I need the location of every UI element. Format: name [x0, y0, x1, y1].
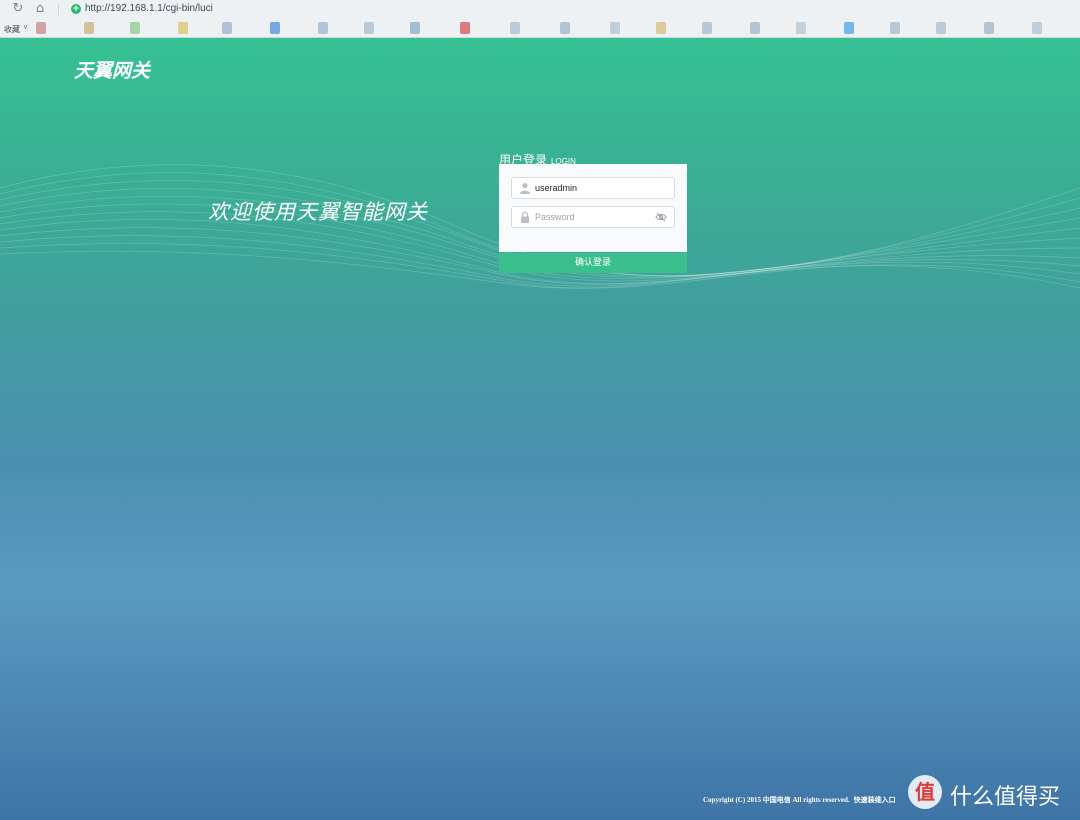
- lock-icon: [521, 211, 529, 223]
- address-url[interactable]: http://192.168.1.1/cgi-bin/luci: [85, 3, 213, 14]
- welcome-heading: 欢迎使用天翼智能网关: [208, 200, 428, 224]
- user-icon: [520, 183, 530, 194]
- favorite-item[interactable]: [460, 22, 470, 34]
- quick-install-link[interactable]: 快速装维入口: [854, 796, 896, 804]
- favorite-item[interactable]: [270, 22, 280, 34]
- eye-off-icon[interactable]: [655, 212, 667, 222]
- watermark-text: 什么值得买: [950, 785, 1061, 810]
- favorite-item[interactable]: [410, 22, 420, 34]
- refresh-icon[interactable]: ↻: [11, 2, 25, 16]
- favorite-item[interactable]: [610, 22, 620, 34]
- copyright-text: Copyright (C) 2015 中国电信 All rights reser…: [703, 796, 850, 804]
- favorite-item[interactable]: [178, 22, 188, 34]
- brand-logo: 天翼网关: [74, 60, 151, 82]
- favorite-item[interactable]: [936, 22, 946, 34]
- browser-toolbar: ↻ ⌂ + http://192.168.1.1/cgi-bin/luci 收藏…: [0, 0, 1080, 38]
- chevron-down-icon[interactable]: ∨: [23, 23, 28, 31]
- favorite-item[interactable]: [318, 22, 328, 34]
- username-field[interactable]: [511, 177, 675, 199]
- favorite-item[interactable]: [510, 22, 520, 34]
- watermark-badge-icon: 值: [908, 775, 942, 809]
- favorites-bar: 收藏 ∨: [0, 19, 1080, 38]
- password-field[interactable]: [511, 206, 675, 228]
- address-bar-row: ↻ ⌂ + http://192.168.1.1/cgi-bin/luci: [0, 0, 1080, 19]
- username-input[interactable]: [535, 180, 653, 196]
- favorite-item[interactable]: [890, 22, 900, 34]
- favorite-item[interactable]: [222, 22, 232, 34]
- toolbar-divider: [58, 4, 59, 15]
- favorite-item[interactable]: [750, 22, 760, 34]
- secure-site-icon[interactable]: +: [71, 4, 81, 14]
- favorite-item[interactable]: [560, 22, 570, 34]
- favorite-item[interactable]: [984, 22, 994, 34]
- favorite-item[interactable]: [1032, 22, 1042, 34]
- login-form: [499, 164, 687, 252]
- favorite-item[interactable]: [702, 22, 712, 34]
- favorite-item[interactable]: [364, 22, 374, 34]
- home-icon[interactable]: ⌂: [33, 2, 47, 16]
- favorites-label[interactable]: 收藏: [4, 24, 20, 35]
- favorite-item[interactable]: [796, 22, 806, 34]
- watermark: 值 什么值得买: [908, 775, 1078, 815]
- favorite-item[interactable]: [130, 22, 140, 34]
- favorite-item[interactable]: [656, 22, 666, 34]
- footer: Copyright (C) 2015 中国电信 All rights reser…: [703, 795, 896, 805]
- password-input[interactable]: [535, 209, 653, 225]
- favorite-item[interactable]: [84, 22, 94, 34]
- favorite-item[interactable]: [36, 22, 46, 34]
- favorite-item[interactable]: [844, 22, 854, 34]
- login-submit-button[interactable]: 确认登录: [499, 253, 687, 273]
